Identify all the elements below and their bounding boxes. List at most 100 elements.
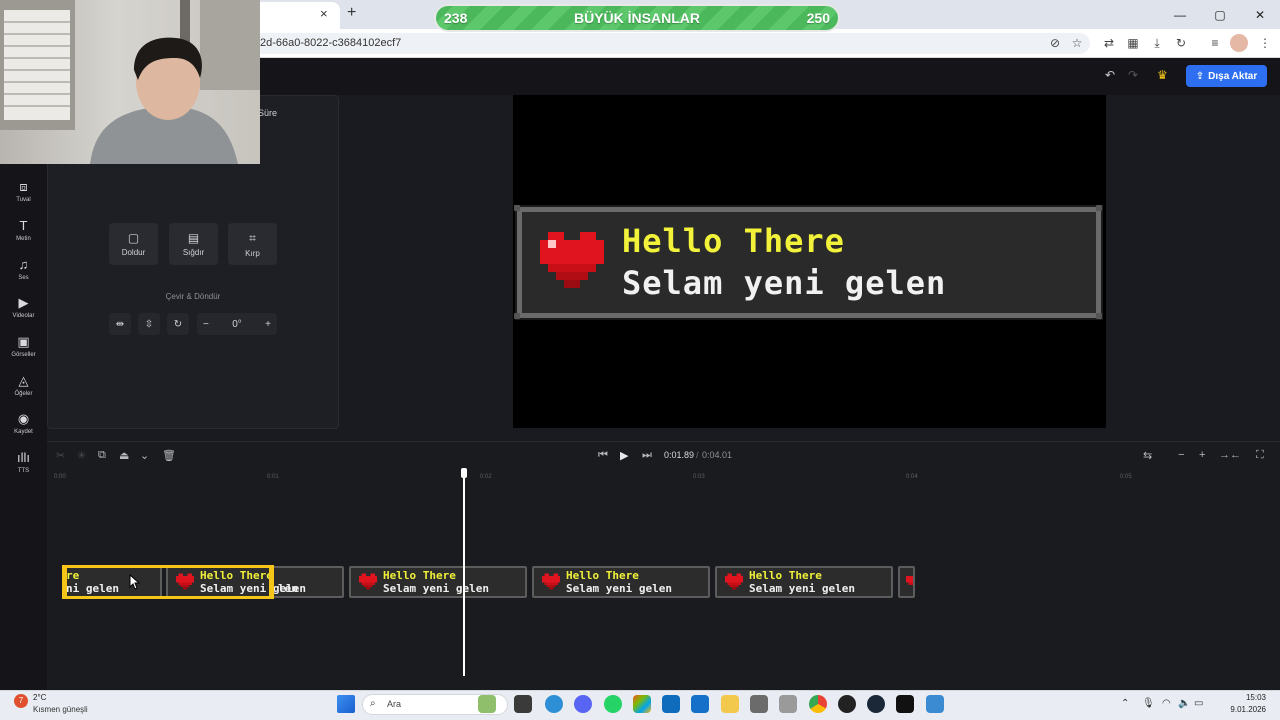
music-icon: ♫ (18, 257, 29, 272)
microphone-icon[interactable]: 🎙 (1142, 698, 1155, 709)
zoom-in-icon[interactable]: + (1199, 449, 1205, 461)
resize-handle[interactable] (1096, 313, 1102, 319)
extensions-icon[interactable]: ▦ (1124, 34, 1142, 52)
minimize-button[interactable]: — (1160, 0, 1200, 29)
fit-timeline-icon[interactable]: →← (1219, 449, 1241, 461)
translate-icon[interactable]: ⇄ (1100, 34, 1118, 52)
flip-horizontal-button[interactable]: ⇹ (109, 313, 131, 335)
heart-icon (725, 573, 743, 590)
calculator-icon[interactable] (750, 695, 768, 713)
nav-item-elements[interactable]: ◬ Öğeler (0, 373, 47, 397)
mouse-app-icon[interactable] (779, 695, 797, 713)
capcut-icon[interactable] (896, 695, 914, 713)
close-window-button[interactable]: ✕ (1240, 0, 1280, 29)
volume-icon[interactable]: 🔈 (1178, 698, 1190, 709)
store-icon[interactable] (662, 695, 680, 713)
start-icon[interactable] (337, 695, 355, 713)
nav-item-audio[interactable]: ♫ Ses (0, 257, 47, 281)
move-down-icon[interactable]: ⌄ (140, 449, 149, 462)
resize-handle[interactable] (514, 313, 520, 319)
weather-badge[interactable]: 7 (14, 694, 28, 708)
timeline-clip[interactable]: Hello There Selam yeni gelen (532, 566, 710, 598)
resize-handle[interactable] (1096, 205, 1102, 211)
fit-button[interactable]: ▤ Sığdır (169, 223, 218, 265)
rotate-button[interactable]: ↻ (167, 313, 189, 335)
export-button[interactable]: ⇪ Dışa Aktar (1186, 65, 1267, 87)
crop-button[interactable]: ⌗ Kırp (228, 223, 277, 265)
app-icon[interactable] (926, 695, 944, 713)
search-icon: ⌕ (370, 698, 376, 709)
whatsapp-icon[interactable] (604, 695, 622, 713)
delete-icon[interactable]: 🗑 (162, 449, 176, 462)
new-tab-button[interactable]: + (347, 4, 356, 22)
photos-icon[interactable] (633, 695, 651, 713)
weather-temperature[interactable]: 2°C (33, 693, 46, 702)
split-icon[interactable]: ✳ (77, 449, 86, 462)
star-icon[interactable]: ☆ (1068, 34, 1086, 52)
mail-icon[interactable] (691, 695, 709, 713)
timeline-clip[interactable]: Hello There Selam yeni gelen (715, 566, 893, 598)
redo-icon[interactable]: ↷ (1128, 68, 1138, 82)
tab-close-icon[interactable]: × (320, 6, 328, 21)
nav-item-text[interactable]: T Metin (0, 218, 47, 242)
clock-date[interactable]: 9.01.2026 (1206, 705, 1266, 714)
tab-duration[interactable]: Süre (258, 108, 277, 118)
timeline-clip[interactable]: Hello There Selam yeni gelen (349, 566, 527, 598)
weather-description[interactable]: Kısmen güneşli (33, 705, 88, 714)
nav-item-images[interactable]: ▣ Görseller (0, 334, 47, 358)
steam-icon[interactable] (867, 695, 885, 713)
zoom-out-icon[interactable]: − (1178, 449, 1184, 461)
fill-button[interactable]: ▢ Doldur (109, 223, 158, 265)
time-tick: 0:05 (1120, 474, 1132, 480)
chrome-icon[interactable] (809, 695, 827, 713)
nav-item-canvas[interactable]: ⧈ Tuval (0, 179, 47, 203)
playhead[interactable] (463, 470, 465, 676)
profile-avatar[interactable] (1230, 34, 1248, 52)
minus-icon[interactable]: − (203, 319, 209, 330)
trim-handle-left[interactable] (62, 565, 67, 599)
skip-forward-icon[interactable]: ⏭ (642, 449, 652, 462)
nav-item-tts[interactable]: ıllı TTS (0, 450, 47, 474)
clock-time[interactable]: 15:03 (1216, 693, 1266, 702)
menu-dots-icon[interactable]: ⋮ (1256, 34, 1274, 52)
flip-vertical-button[interactable]: ⇳ (138, 313, 160, 335)
tray-expand-icon[interactable]: ⌃ (1121, 698, 1129, 709)
plus-icon[interactable]: + (265, 319, 271, 330)
trim-handle-right[interactable] (269, 565, 274, 599)
heart-icon (359, 573, 377, 590)
skip-back-icon[interactable]: ⏮ (598, 449, 608, 462)
playhead-handle[interactable] (461, 468, 467, 478)
duplicate-icon[interactable]: ⧉ (98, 449, 106, 462)
task-view-icon[interactable] (514, 695, 532, 713)
history-icon[interactable]: ↻ (1172, 34, 1190, 52)
obs-icon[interactable] (838, 695, 856, 713)
url-field[interactable]: 2d-66a0-8022-c3684102ecf7 (250, 33, 1090, 54)
eye-slash-icon[interactable]: ⊘ (1046, 34, 1064, 52)
wifi-icon[interactable]: ◠ (1162, 698, 1171, 709)
rotation-stepper[interactable]: − 0° + (197, 313, 277, 335)
cut-icon[interactable]: ✂ (56, 449, 65, 462)
undo-icon[interactable]: ↶ (1105, 68, 1115, 82)
shapes-icon: ◬ (18, 373, 29, 388)
media-icon[interactable]: ≡ (1206, 34, 1224, 52)
folder-icon[interactable] (721, 695, 739, 713)
discord-icon[interactable] (574, 695, 592, 713)
copilot-icon[interactable] (545, 695, 563, 713)
crown-icon[interactable]: ♛ (1157, 68, 1168, 82)
timeline-clip[interactable] (898, 566, 915, 598)
nav-item-videos[interactable]: ▶ Videolar (0, 295, 47, 319)
left-sidebar: ⧈ Tuval T Metin ♫ Ses ▶ Videolar ▣ Görse… (0, 95, 47, 690)
download-icon[interactable]: ⤓ (1148, 34, 1166, 52)
rotation-value[interactable]: 0° (232, 319, 242, 330)
banner-right-score: 250 (806, 10, 830, 26)
move-up-icon[interactable]: ⏏ (119, 449, 129, 462)
resize-handle[interactable] (514, 205, 520, 211)
search-placeholder[interactable]: Ara (387, 699, 401, 709)
maximize-button[interactable]: ▢ (1200, 0, 1240, 29)
selected-clip-outline[interactable] (62, 565, 274, 599)
fullscreen-icon[interactable]: ⛶ (1256, 449, 1264, 462)
snap-icon[interactable]: ⇆ (1143, 449, 1152, 462)
nav-item-record[interactable]: ◉ Kaydet (0, 411, 47, 435)
battery-icon[interactable]: ▭ (1194, 698, 1203, 709)
play-icon[interactable]: ▶ (620, 449, 628, 462)
